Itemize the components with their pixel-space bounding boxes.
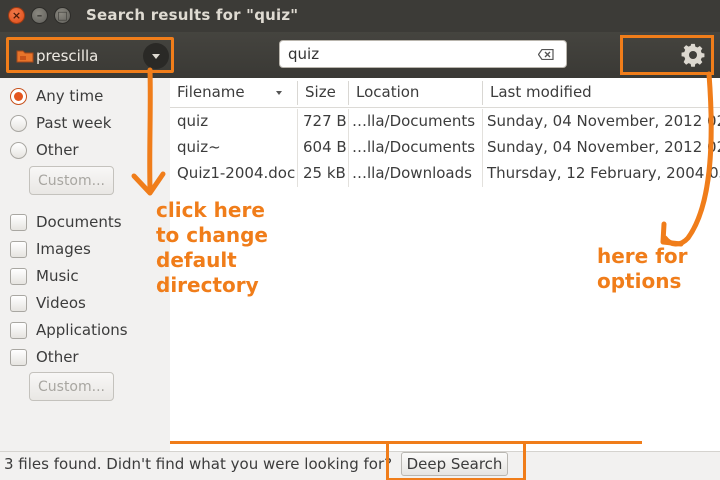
radio-past-week[interactable]: Past week [10,111,111,135]
column-divider[interactable] [297,81,298,105]
cell-location: …lla/Downloads [352,164,472,182]
cell-divider [482,109,483,135]
minimize-window-button[interactable]: – [31,7,48,24]
checkbox-icon [10,240,27,258]
gear-icon[interactable] [681,43,705,67]
cell-divider [297,135,298,161]
cell-filename: quiz~ [177,138,221,156]
window-title: Search results for "quiz" [86,6,299,24]
sort-descending-icon [276,91,282,95]
column-divider[interactable] [348,81,349,105]
cell-divider [482,161,483,187]
table-row[interactable]: Quiz1-2004.doc 25 kB …lla/Downloads Thur… [170,161,720,187]
cell-divider [297,161,298,187]
checkbox-icon [10,213,27,231]
close-window-button[interactable]: × [8,7,25,24]
cell-last-modified: Sunday, 04 November, 2012 02: [487,138,720,156]
dropdown-arrow-icon[interactable] [143,43,169,69]
radio-label: Other [36,141,79,159]
column-header-location[interactable]: Location [356,83,419,101]
status-bar: 3 files found. Didn't find what you were… [0,441,720,480]
cell-size: 604 B [303,138,347,156]
deep-search-button[interactable]: Deep Search [401,452,508,476]
checkbox-documents[interactable]: Documents [10,210,122,234]
minimize-icon: – [36,9,43,22]
cell-divider [482,135,483,161]
checkbox-label: Documents [36,213,122,231]
time-custom-button[interactable]: Custom... [29,166,114,195]
cell-divider [297,109,298,135]
table-row[interactable]: quiz 727 B …lla/Documents Sunday, 04 Nov… [170,109,720,135]
table-header: Filename Size Location Last modified [170,78,720,108]
type-custom-button[interactable]: Custom... [29,372,114,401]
search-input[interactable]: quiz [279,40,567,68]
column-header-filename[interactable]: Filename [177,83,245,101]
folder-icon [16,50,34,63]
cell-last-modified: Sunday, 04 November, 2012 02: [487,112,720,130]
close-icon: × [11,9,22,22]
checkbox-applications[interactable]: Applications [10,318,128,342]
title-bar: × – □ Search results for "quiz" [0,0,720,32]
checkbox-label: Videos [36,294,86,312]
checkbox-label: Images [36,240,91,258]
cell-filename: Quiz1-2004.doc [177,164,295,182]
radio-label: Any time [36,87,104,105]
checkbox-other-type[interactable]: Other [10,345,79,369]
radio-label: Past week [36,114,112,132]
checkbox-icon [10,294,27,312]
cell-divider [348,135,349,161]
checkbox-icon [10,348,27,366]
cell-divider [348,161,349,187]
cell-divider [348,109,349,135]
directory-selector-button[interactable]: prescilla [6,37,174,73]
column-header-last-modified[interactable]: Last modified [490,83,592,101]
cell-location: …lla/Documents [352,112,476,130]
checkbox-images[interactable]: Images [10,237,91,261]
checkbox-label: Applications [36,321,128,339]
radio-other-time[interactable]: Other [10,138,79,162]
toolbar: prescilla quiz [0,32,720,78]
maximize-window-button[interactable]: □ [54,7,71,24]
radio-selected-icon [10,87,27,105]
cell-size: 727 B [303,112,347,130]
directory-label: prescilla [36,47,99,65]
results-count-text: 3 files found. Didn't find what you were… [4,455,393,473]
checkbox-label: Music [36,267,79,285]
checkbox-icon [10,267,27,285]
checkbox-label: Other [36,348,79,366]
radio-icon [10,141,27,159]
clear-search-icon[interactable] [538,49,554,60]
table-row[interactable]: quiz~ 604 B …lla/Documents Sunday, 04 No… [170,135,720,161]
annotation-directory-note: click here to change default directory [156,198,268,297]
column-header-size[interactable]: Size [305,83,336,101]
checkbox-videos[interactable]: Videos [10,291,86,315]
checkbox-icon [10,321,27,339]
search-value: quiz [288,45,320,63]
radio-any-time[interactable]: Any time [10,84,103,108]
annotation-options-note: here for options [597,244,688,293]
cell-filename: quiz [177,112,209,130]
deep-search-highlight: Deep Search [386,441,526,480]
checkbox-music[interactable]: Music [10,264,79,288]
cell-last-modified: Thursday, 12 February, 2004 03 [487,164,720,182]
cell-location: …lla/Documents [352,138,476,156]
filter-sidebar: Any time Past week Other Custom... Docum… [0,78,170,451]
column-divider[interactable] [482,81,483,105]
radio-icon [10,114,27,132]
maximize-icon: □ [57,9,68,22]
cell-size: 25 kB [303,164,346,182]
options-highlight [620,35,714,75]
